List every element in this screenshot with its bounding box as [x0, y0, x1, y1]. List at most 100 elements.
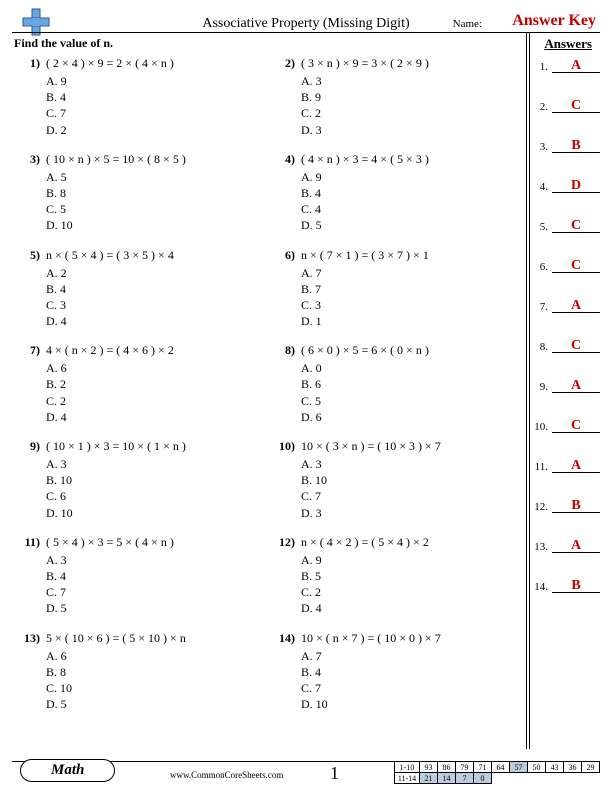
answer-blank: A [552, 538, 600, 553]
answer-letter: B [571, 578, 580, 593]
problem-option: B. 7 [301, 281, 524, 297]
problem-number: 4) [269, 152, 301, 234]
problem-number: 13) [14, 631, 46, 713]
problem-option: A. 6 [46, 360, 269, 376]
problem-body: ( 10 × n ) × 5 = 10 × ( 8 × 5 )A. 5B. 8C… [46, 152, 269, 234]
answer-number: 6. [534, 261, 548, 273]
problem-option: C. 4 [301, 201, 524, 217]
problem-option: C. 3 [301, 297, 524, 313]
score-cell: 86 [438, 762, 456, 773]
problem-equation: 5 × ( 10 × 6 ) = ( 5 × 10 ) × n [46, 631, 269, 646]
answer-blank: B [552, 578, 600, 593]
score-cell [492, 773, 510, 784]
answer-number: 3. [534, 141, 548, 153]
problem-option: B. 8 [46, 185, 269, 201]
problem-option: C. 2 [46, 393, 269, 409]
problem-option: B. 2 [46, 376, 269, 392]
problem-option: A. 9 [46, 73, 269, 89]
answer-key-label: Answer Key [512, 12, 596, 30]
score-cell: 7 [456, 773, 474, 784]
problem-option: D. 4 [46, 409, 269, 425]
problem-equation: ( 2 × 4 ) × 9 = 2 × ( 4 × n ) [46, 56, 269, 71]
score-cell: 36 [564, 762, 582, 773]
problem-option: D. 4 [46, 313, 269, 329]
problem-option: C. 3 [46, 297, 269, 313]
problem-equation: ( 3 × n ) × 9 = 3 × ( 2 × 9 ) [301, 56, 524, 71]
answer-letter: D [571, 178, 581, 193]
problem-option: D. 3 [301, 122, 524, 138]
problem-option: B. 4 [301, 185, 524, 201]
answer-blank: C [552, 218, 600, 233]
problem-body: 5 × ( 10 × 6 ) = ( 5 × 10 ) × nA. 6B. 8C… [46, 631, 269, 713]
problem-option: B. 6 [301, 376, 524, 392]
score-cell [582, 773, 600, 784]
problem-option: B. 4 [46, 568, 269, 584]
answer-letter: A [571, 538, 581, 553]
problem-option: B. 4 [46, 89, 269, 105]
problem-option: D. 6 [301, 409, 524, 425]
problem-body: n × ( 7 × 1 ) = ( 3 × 7 ) × 1A. 7B. 7C. … [301, 248, 524, 330]
problem-option: B. 9 [301, 89, 524, 105]
problem-option: D. 2 [46, 122, 269, 138]
answer-blank: A [552, 298, 600, 313]
problem-option: D. 3 [301, 505, 524, 521]
answer-blank: C [552, 98, 600, 113]
problem-option: C. 10 [46, 680, 269, 696]
answer-number: 11. [534, 461, 548, 473]
problem-number: 5) [14, 248, 46, 330]
answer-blank: A [552, 458, 600, 473]
instruction-text: Find the value of n. [14, 36, 113, 51]
answer-line: 7.A [534, 298, 600, 313]
problem-body: ( 3 × n ) × 9 = 3 × ( 2 × 9 ) A. 3B. 9C. … [301, 56, 524, 138]
problem-option: A. 6 [46, 648, 269, 664]
problems-container: 1)( 2 × 4 ) × 9 = 2 × ( 4 × n )A. 9B. 4C… [14, 56, 524, 726]
problem-number: 10) [269, 439, 301, 521]
problem-option: D. 5 [46, 600, 269, 616]
problem-equation: 10 × ( n × 7 ) = ( 10 × 0 ) × 7 [301, 631, 524, 646]
problem-option: C. 6 [46, 488, 269, 504]
problem-option: A. 9 [301, 552, 524, 568]
problem: 6)n × ( 7 × 1 ) = ( 3 × 7 ) × 1A. 7B. 7C… [269, 248, 524, 344]
problem-option: C. 7 [46, 584, 269, 600]
subject-pill: Math [20, 759, 115, 782]
problem-number: 8) [269, 343, 301, 425]
problem-option: D. 10 [46, 505, 269, 521]
problem-body: n × ( 4 × 2 ) = ( 5 × 4 ) × 2A. 9B. 5C. … [301, 535, 524, 617]
site-url: www.CommonCoreSheets.com [170, 770, 283, 780]
problem-option: A. 3 [46, 552, 269, 568]
answer-line: 3.B [534, 138, 600, 153]
answer-line: 14.B [534, 578, 600, 593]
answer-letter: A [571, 298, 581, 313]
score-cell: 93 [420, 762, 438, 773]
problem-option: C. 2 [301, 105, 524, 121]
score-grid: 1-1093867971645750433629 11-14211470 [394, 761, 600, 784]
answer-line: 9.A [534, 378, 600, 393]
vertical-divider [529, 33, 530, 749]
problem-number: 12) [269, 535, 301, 617]
problem-option: A. 0 [301, 360, 524, 376]
problem-equation: ( 4 × n ) × 3 = 4 × ( 5 × 3 ) [301, 152, 524, 167]
problem-number: 7) [14, 343, 46, 425]
answer-line: 2. C [534, 98, 600, 113]
answer-number: 2. [534, 101, 548, 113]
problem-option: A. 3 [301, 73, 524, 89]
problem-body: ( 10 × 1 ) × 3 = 10 × ( 1 × n )A. 3B. 10… [46, 439, 269, 521]
answer-letter: A [571, 458, 581, 473]
problem-number: 9) [14, 439, 46, 521]
problem-option: D. 10 [46, 217, 269, 233]
answer-number: 12. [534, 501, 548, 513]
answer-line: 13.A [534, 538, 600, 553]
answer-number: 1. [534, 61, 548, 73]
problem-option: A. 3 [301, 456, 524, 472]
problem-body: ( 4 × n ) × 3 = 4 × ( 5 × 3 )A. 9B. 4C. … [301, 152, 524, 234]
score-cell [546, 773, 564, 784]
score-cell: 43 [546, 762, 564, 773]
score-cell [510, 773, 528, 784]
problem-number: 6) [269, 248, 301, 330]
problem-option: B. 10 [301, 472, 524, 488]
score-cell: 57 [510, 762, 528, 773]
page-number: 1 [330, 763, 339, 784]
answer-letter: C [571, 218, 581, 233]
divider-top [12, 32, 600, 33]
vertical-divider-2 [526, 33, 527, 749]
